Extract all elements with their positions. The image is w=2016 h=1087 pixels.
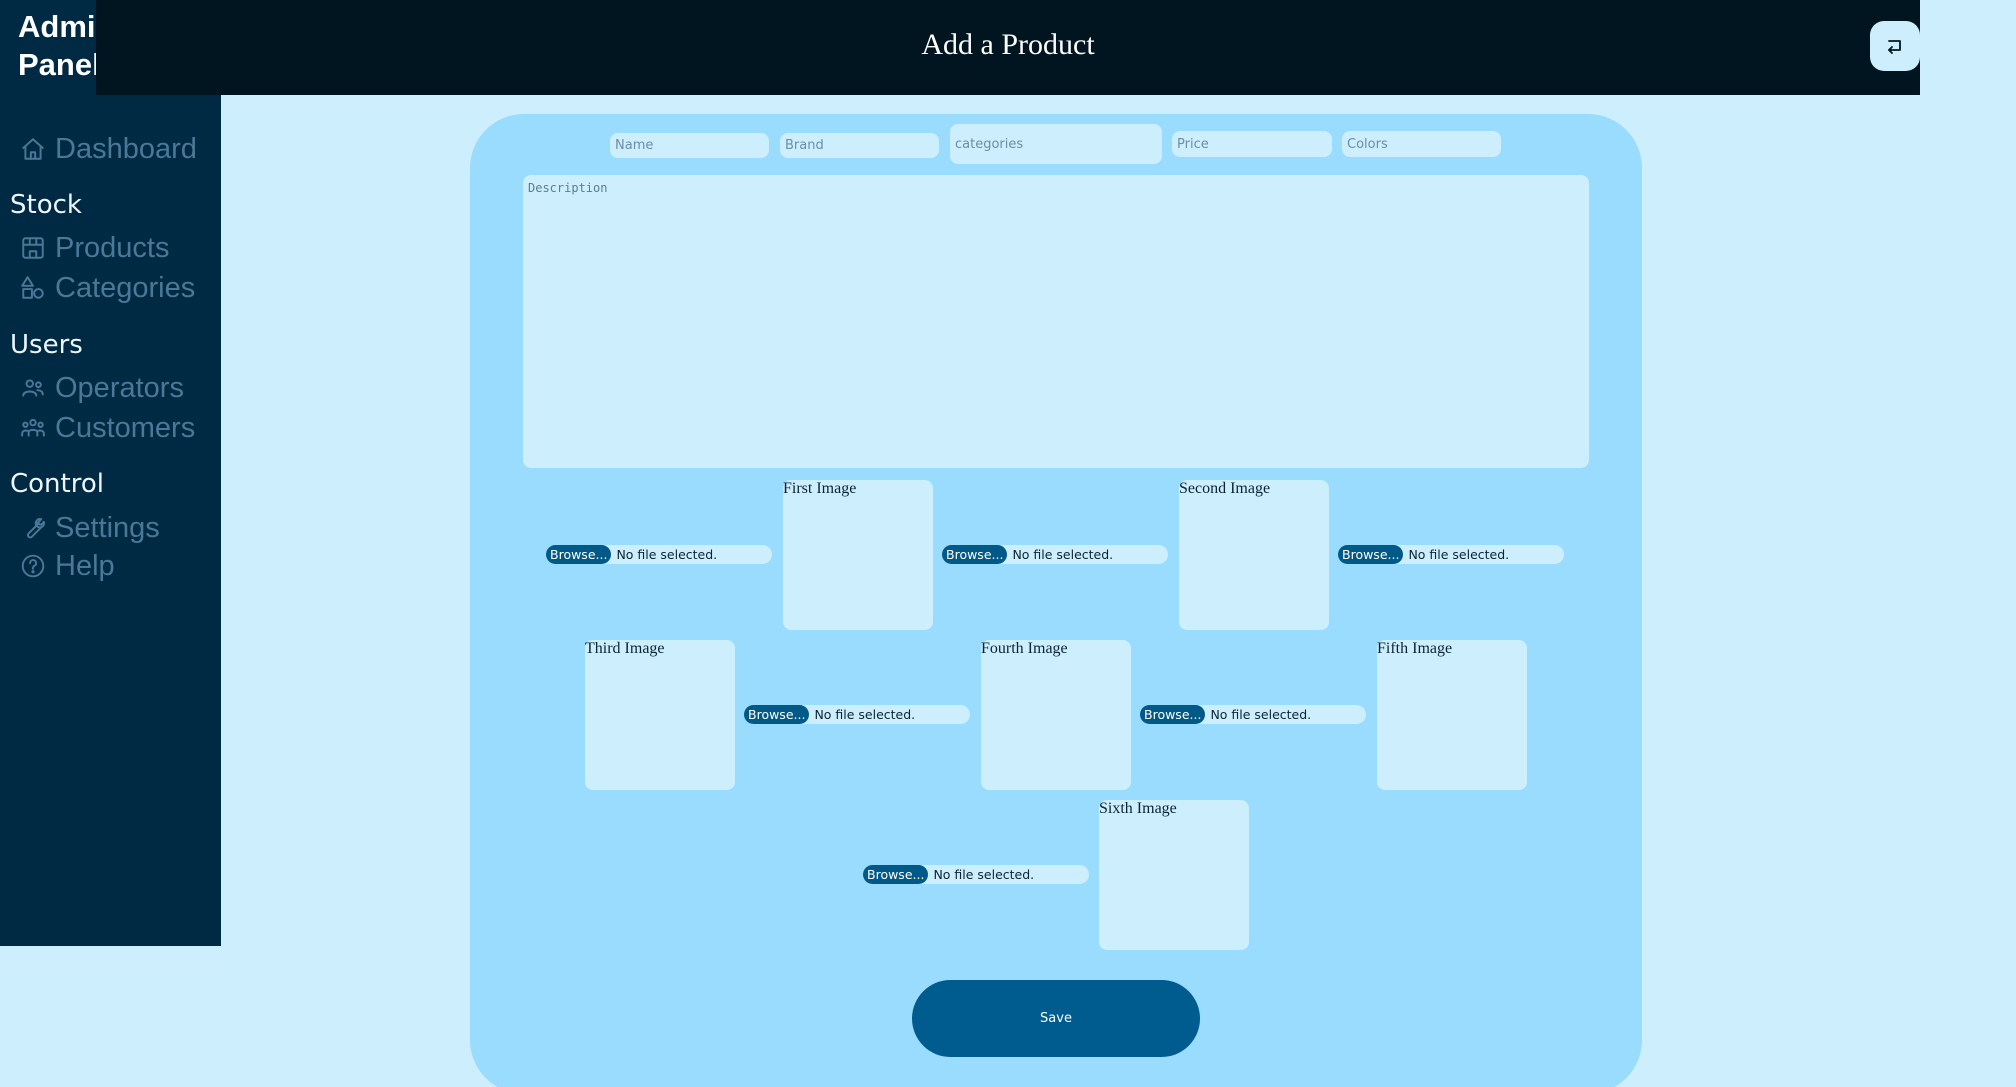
image-label: Fourth Image <box>981 640 1068 657</box>
file-status: No file selected. <box>616 547 718 562</box>
file-status: No file selected. <box>1210 707 1312 722</box>
users-group-icon <box>21 418 45 437</box>
file-status: No file selected. <box>933 867 1035 882</box>
users-icon <box>22 379 44 397</box>
browse-button[interactable]: Browse... <box>942 545 1008 564</box>
image-label: Third Image <box>585 640 665 657</box>
file-status: No file selected. <box>814 707 916 722</box>
add-product-form: Name Brand categories Price Colors Descr… <box>470 114 1642 1087</box>
save-button[interactable]: Save <box>912 980 1200 1057</box>
third-image-preview: Third Image <box>585 640 735 790</box>
fifth-image-preview: Fifth Image <box>1377 640 1527 790</box>
sidebar-item-label: Products <box>55 231 170 264</box>
section-title-stock: Stock <box>10 190 82 220</box>
page-title: Add a Product <box>921 28 1095 61</box>
store-icon <box>22 237 44 259</box>
sidebar-item-customers[interactable]: Customers <box>20 409 195 447</box>
sidebar-item-label: Settings <box>55 511 160 544</box>
image-label: Second Image <box>1179 480 1271 497</box>
back-button[interactable] <box>1870 21 1920 71</box>
sidebar-item-label: Customers <box>55 411 196 444</box>
sidebar-item-categories[interactable]: Categories <box>20 269 195 307</box>
sixth-image-file-input[interactable]: Browse... No file selected. <box>863 865 1089 884</box>
sixth-image-preview: Sixth Image <box>1099 800 1249 950</box>
sidebar-item-label: Operators <box>55 371 184 404</box>
sidebar-item-help[interactable]: Help <box>20 547 115 585</box>
app-title: Admin Panel <box>18 9 96 82</box>
sidebar-item-products[interactable]: Products <box>20 229 169 267</box>
first-image-preview: First Image <box>783 480 933 630</box>
second-image-preview: Second Image <box>1179 480 1329 630</box>
browse-button[interactable]: Browse... <box>1338 545 1404 564</box>
help-circle-icon <box>21 554 45 578</box>
sidebar-item-label: Dashboard <box>55 132 197 165</box>
fourth-image-preview: Fourth Image <box>981 640 1131 790</box>
image-label: Sixth Image <box>1099 800 1177 817</box>
sidebar-item-settings[interactable]: Settings <box>20 509 160 547</box>
section-title-control: Control <box>10 469 104 499</box>
top-header: Add a Product <box>96 0 1920 95</box>
browse-button[interactable]: Browse... <box>1140 705 1206 724</box>
browse-button[interactable]: Browse... <box>863 865 929 884</box>
first-image-file-input[interactable]: Browse... No file selected. <box>546 545 772 564</box>
fourth-image-file-input[interactable]: Browse... No file selected. <box>744 705 970 724</box>
sidebar-item-dashboard[interactable]: Dashboard <box>20 130 197 168</box>
colors-input[interactable]: Colors <box>1342 131 1501 157</box>
name-input[interactable]: Name <box>610 133 769 158</box>
sidebar-item-label: Help <box>55 549 115 582</box>
sidebar-item-operators[interactable]: Operators <box>20 369 184 407</box>
description-textarea[interactable]: Description <box>523 175 1589 468</box>
file-status: No file selected. <box>1408 547 1510 562</box>
home-icon <box>22 138 44 160</box>
sidebar: Admin Panel Dashboard Stock Products Cat… <box>0 0 221 946</box>
browse-button[interactable]: Browse... <box>744 705 810 724</box>
section-title-users: Users <box>10 330 83 360</box>
image-label: Fifth Image <box>1377 640 1453 657</box>
file-status: No file selected. <box>1012 547 1114 562</box>
second-image-file-input[interactable]: Browse... No file selected. <box>942 545 1168 564</box>
browse-button[interactable]: Browse... <box>546 545 612 564</box>
back-arrow-icon <box>1888 40 1901 54</box>
wrench-icon <box>27 517 46 539</box>
categories-select[interactable]: categories <box>950 124 1162 164</box>
shapes-icon <box>21 276 44 299</box>
image-label: First Image <box>783 480 857 497</box>
sidebar-item-label: Categories <box>55 271 196 304</box>
price-input[interactable]: Price <box>1172 131 1332 157</box>
brand-input[interactable]: Brand <box>780 133 939 158</box>
fifth-image-file-input[interactable]: Browse... No file selected. <box>1140 705 1366 724</box>
third-image-file-input[interactable]: Browse... No file selected. <box>1338 545 1564 564</box>
